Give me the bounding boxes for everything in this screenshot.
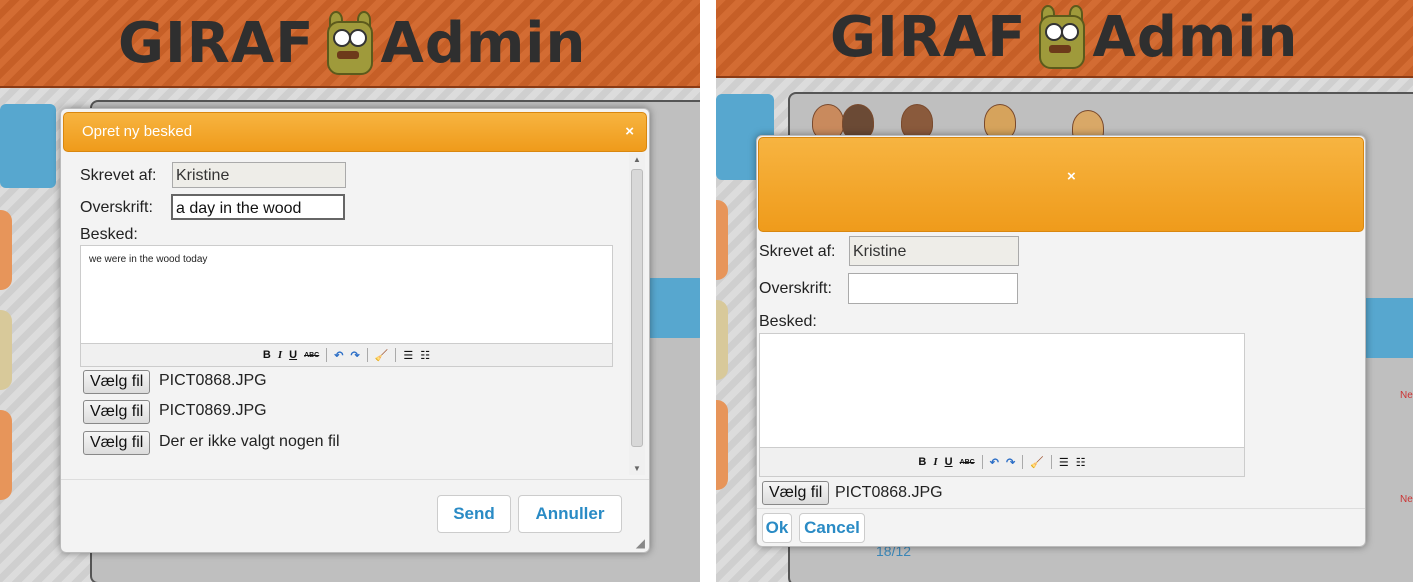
author-label: Skrevet af: [80,167,157,184]
toolbar-divider [1050,455,1052,469]
file-name: PICT0869.JPG [159,402,267,419]
subject-label: Overskrift: [759,280,832,297]
app-header: GIRAF Admin [716,0,1413,78]
message-text: we were in the wood today [89,254,208,265]
left-screenshot: GIRAF Admin 18/12 Opret ny besked × Skre… [0,0,700,582]
numbered-list-icon[interactable]: ☷ [420,349,430,362]
toolbar-divider [395,348,397,362]
clear-format-icon[interactable]: 🧹 [375,349,389,362]
toolbar-divider [366,348,368,362]
app-header: GIRAF Admin [0,0,700,88]
dialog-titlebar: × [758,137,1364,232]
dialog-titlebar: Opret ny besked × [63,112,647,152]
italic-button[interactable]: I [278,349,282,361]
logo-text-left: GIRAF [118,10,315,76]
strikethrough-button[interactable]: ABC [960,459,975,466]
message-label: Besked: [759,313,817,330]
undo-icon[interactable]: ↶ [334,349,343,362]
editor-toolbar: B I U ABC ↶ ↷ 🧹 ☰ ☷ [760,447,1244,476]
bullet-list-icon[interactable]: ☰ [403,349,413,362]
bold-button[interactable]: B [918,456,926,468]
app-logo: GIRAF Admin [830,2,1298,72]
message-editor[interactable]: we were in the wood today B I U ABC ↶ ↷ … [80,245,613,367]
file-name: Der er ikke valgt nogen fil [159,433,340,450]
underline-button[interactable]: U [945,456,953,468]
dialog-title: Opret ny besked [82,123,193,140]
file-name: PICT0868.JPG [835,484,943,501]
logo-text-right: Admin [380,10,587,76]
undo-icon[interactable]: ↶ [990,456,999,469]
dialog-scrollbar[interactable]: ▲ ▼ [629,153,645,475]
close-icon[interactable]: × [1067,168,1076,185]
message-label: Besked: [80,226,138,243]
app-logo: GIRAF Admin [118,8,586,78]
clear-format-icon[interactable]: 🧹 [1030,456,1044,469]
ok-button[interactable]: Ok [762,513,792,543]
side-tile [0,310,12,390]
side-tile [0,210,12,290]
new-message-dialog: Opret ny besked × Skrevet af: Kristine O… [60,108,650,553]
file-name: PICT0868.JPG [159,372,267,389]
logo-text-left: GIRAF [830,4,1027,70]
editor-toolbar: B I U ABC ↶ ↷ 🧹 ☰ ☷ [81,343,612,366]
cancel-button[interactable]: Cancel [799,513,865,543]
side-tile [716,300,728,380]
toolbar-divider [326,348,328,362]
author-label: Skrevet af: [759,243,836,260]
cancel-button[interactable]: Annuller [518,495,622,533]
side-tile [716,400,728,490]
subject-input[interactable] [848,273,1018,304]
side-tile [0,410,12,500]
choose-file-button[interactable]: Vælg fil [83,431,151,455]
footer-divider [61,479,649,480]
redo-icon[interactable]: ↷ [350,349,359,362]
scroll-up-icon[interactable]: ▲ [633,155,641,164]
italic-button[interactable]: I [933,456,937,468]
toolbar-divider [981,455,983,469]
mascot-icon [319,11,377,75]
redo-icon[interactable]: ↷ [1006,456,1015,469]
close-icon[interactable]: × [625,123,634,140]
logo-text-right: Admin [1092,4,1299,70]
highlight-bar [1361,298,1413,358]
subject-input[interactable]: a day in the wood [171,194,345,220]
numbered-list-icon[interactable]: ☷ [1076,456,1086,469]
highlight-bar [645,278,700,338]
choose-file-button[interactable]: Vælg fil [83,400,151,424]
resize-handle-icon[interactable]: ◢ [636,536,645,550]
side-tile [716,200,728,280]
toolbar-divider [1022,455,1024,469]
author-field[interactable]: Kristine [849,236,1019,266]
footer-divider [757,508,1365,509]
underline-button[interactable]: U [289,349,297,361]
send-button[interactable]: Send [437,495,511,533]
side-label: Ne [1400,390,1413,401]
subject-label: Overskrift: [80,199,153,216]
side-label: Ne [1400,494,1413,505]
right-screenshot: GIRAF Admin Ne Ne 18/12 × Skrevet af: Kr… [716,0,1413,582]
strikethrough-button[interactable]: ABC [304,352,319,359]
scroll-down-icon[interactable]: ▼ [633,464,641,473]
bold-button[interactable]: B [263,349,271,361]
user-icon-tile[interactable] [0,104,56,188]
choose-file-button[interactable]: Vælg fil [83,370,151,394]
choose-file-button[interactable]: Vælg fil [762,481,830,505]
message-editor[interactable]: B I U ABC ↶ ↷ 🧹 ☰ ☷ [759,333,1245,477]
author-field[interactable]: Kristine [172,162,346,188]
bullet-list-icon[interactable]: ☰ [1059,456,1069,469]
mascot-icon [1031,5,1089,69]
message-dialog: × Skrevet af: Kristine Overskrift: Beske… [756,135,1366,547]
scrollbar-thumb[interactable] [631,169,643,447]
